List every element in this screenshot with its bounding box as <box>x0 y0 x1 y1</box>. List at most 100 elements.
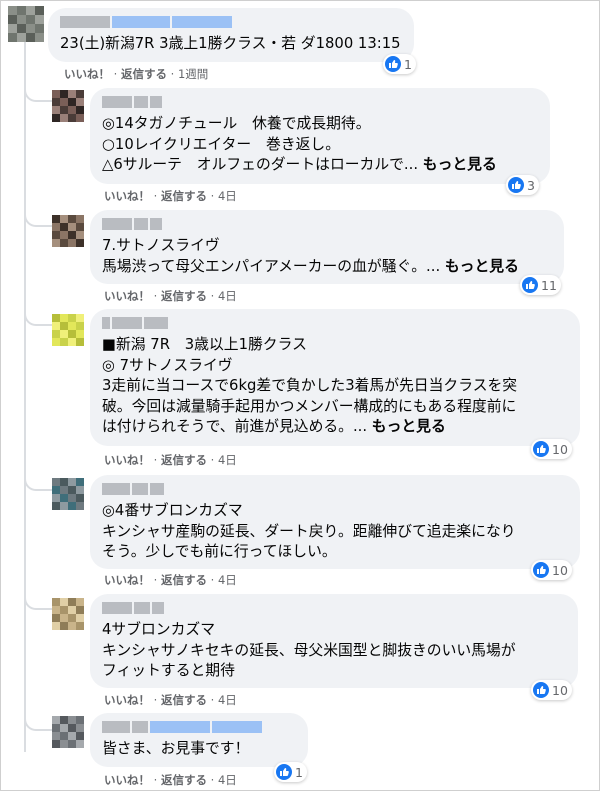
avatar-pixel <box>52 486 60 494</box>
avatar-pixel <box>60 98 68 106</box>
avatar-pixel <box>52 622 60 630</box>
like-link[interactable]: いいね！ <box>104 189 150 203</box>
see-more-link[interactable]: もっと見る <box>372 418 446 435</box>
reply-link[interactable]: 返信する <box>161 693 207 707</box>
comment-text: 23(土)新潟7R 3歳上1勝クラス・若 ダ1800 13:15 <box>60 35 401 52</box>
thumbs-up-icon <box>533 562 549 578</box>
like-link[interactable]: いいね！ <box>64 67 110 81</box>
avatar[interactable] <box>52 478 84 510</box>
reaction-badge[interactable]: 10 <box>531 680 572 700</box>
avatar-pixel <box>17 15 26 24</box>
thumbs-up-icon <box>533 441 549 457</box>
see-more-link[interactable]: もっと見る <box>423 156 497 173</box>
avatar-pixel <box>26 24 35 33</box>
comment-actions: いいね！ · 返信する · 4日 <box>104 289 237 303</box>
avatar-pixel <box>76 606 84 614</box>
see-more-link[interactable]: もっと見る <box>445 258 519 275</box>
timestamp[interactable]: 4日 <box>218 573 237 587</box>
thumbs-up-icon <box>276 764 292 780</box>
avatar-pixel <box>60 90 68 98</box>
reply-link[interactable]: 返信する <box>121 67 167 81</box>
avatar-pixel <box>76 338 84 346</box>
avatar-pixel <box>60 106 68 114</box>
avatar-pixel <box>52 239 60 247</box>
like-link[interactable]: いいね！ <box>104 773 150 787</box>
thumbs-up-icon <box>533 682 549 698</box>
thread-connector <box>24 715 54 731</box>
reaction-badge[interactable]: 11 <box>520 275 561 295</box>
reaction-badge[interactable]: 1 <box>383 54 416 74</box>
avatar-pixel <box>68 106 76 114</box>
avatar-pixel <box>68 716 76 724</box>
avatar-pixel <box>60 740 68 748</box>
timestamp[interactable]: 4日 <box>218 289 237 303</box>
avatar-pixel <box>60 239 68 247</box>
avatar-pixel <box>17 33 26 42</box>
like-link[interactable]: いいね！ <box>104 693 150 707</box>
avatar[interactable] <box>52 215 84 247</box>
like-link[interactable]: いいね！ <box>104 289 150 303</box>
avatar-pixel <box>52 716 60 724</box>
avatar-pixel <box>52 106 60 114</box>
avatar-pixel <box>52 314 60 322</box>
avatar-pixel <box>52 732 60 740</box>
reaction-count: 1 <box>295 764 303 780</box>
avatar-pixel <box>52 606 60 614</box>
commenter-name[interactable] <box>102 96 162 108</box>
avatar-pixel <box>76 114 84 122</box>
avatar-pixel <box>68 606 76 614</box>
avatar[interactable] <box>52 314 84 346</box>
avatar-pixel <box>60 622 68 630</box>
comment-actions: いいね！ · 返信する · 4日 <box>104 573 237 587</box>
reply-link[interactable]: 返信する <box>161 189 207 203</box>
avatar-pixel <box>76 622 84 630</box>
avatar-pixel <box>68 614 76 622</box>
commenter-name[interactable] <box>102 602 164 614</box>
reply-link[interactable]: 返信する <box>161 773 207 787</box>
avatar-pixel <box>68 322 76 330</box>
commenter-name[interactable] <box>102 721 262 733</box>
commenter-name[interactable] <box>102 218 162 230</box>
avatar-pixel <box>52 223 60 231</box>
reaction-badge[interactable]: 1 <box>274 762 307 782</box>
avatar[interactable] <box>52 598 84 630</box>
like-link[interactable]: いいね！ <box>104 453 150 467</box>
avatar-pixel <box>52 330 60 338</box>
avatar[interactable] <box>8 6 44 42</box>
thread-connector <box>24 86 54 102</box>
reaction-badge[interactable]: 10 <box>531 560 572 580</box>
avatar-pixel <box>60 614 68 622</box>
like-link[interactable]: いいね！ <box>104 573 150 587</box>
avatar-pixel <box>8 15 17 24</box>
reply-link[interactable]: 返信する <box>161 289 207 303</box>
timestamp[interactable]: 4日 <box>218 453 237 467</box>
avatar-pixel <box>52 338 60 346</box>
avatar-pixel <box>60 478 68 486</box>
commenter-name[interactable] <box>60 16 232 28</box>
thumbs-up-icon <box>522 277 538 293</box>
reaction-count: 3 <box>527 177 535 193</box>
comment-text: ◎4番サブロンカズマ キンシャサ産駒の延長、ダート戻り。距離伸びて追走楽になり … <box>102 502 516 561</box>
commenter-name[interactable] <box>102 317 168 329</box>
timestamp[interactable]: 1週間 <box>178 67 208 81</box>
avatar-pixel <box>68 502 76 510</box>
timestamp[interactable]: 4日 <box>218 773 237 787</box>
comment-text: 皆さま、お見事です！ <box>102 740 250 757</box>
avatar[interactable] <box>52 90 84 122</box>
avatar-pixel <box>68 223 76 231</box>
reply-link[interactable]: 返信する <box>161 453 207 467</box>
avatar-pixel <box>60 314 68 322</box>
avatar[interactable] <box>52 716 84 748</box>
avatar-pixel <box>52 322 60 330</box>
avatar-pixel <box>60 215 68 223</box>
avatar-pixel <box>52 90 60 98</box>
avatar-pixel <box>35 24 44 33</box>
reaction-badge[interactable]: 10 <box>531 439 572 459</box>
timestamp[interactable]: 4日 <box>218 693 237 707</box>
avatar-pixel <box>76 223 84 231</box>
timestamp[interactable]: 4日 <box>218 189 237 203</box>
commenter-name[interactable] <box>102 483 164 495</box>
comment-text: ■新潟 7R 3歳以上1勝クラス ◎ 7サトノスライヴ 3走前に当コースで6kg… <box>102 336 518 436</box>
reply-link[interactable]: 返信する <box>161 573 207 587</box>
reaction-badge[interactable]: 3 <box>506 175 539 195</box>
